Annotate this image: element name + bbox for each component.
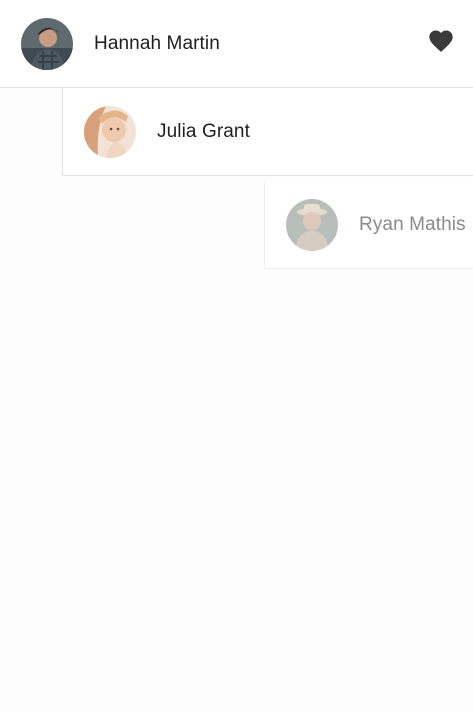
contact-name: Hannah Martin [94,32,220,54]
contact-list: Hannah Martin Julia Grant Ryan Mathis [0,0,473,712]
list-item-hannah-martin[interactable]: Hannah Martin [0,0,473,88]
list-item-ryan-mathis[interactable]: Ryan Mathis [264,181,473,269]
contact-name: Julia Grant [157,120,250,142]
list-item-julia-grant[interactable]: Julia Grant [62,88,473,176]
avatar [84,105,136,158]
contact-name: Ryan Mathis [359,213,466,235]
avatar [286,198,338,251]
heart-icon[interactable] [427,27,455,55]
avatar [21,17,73,70]
